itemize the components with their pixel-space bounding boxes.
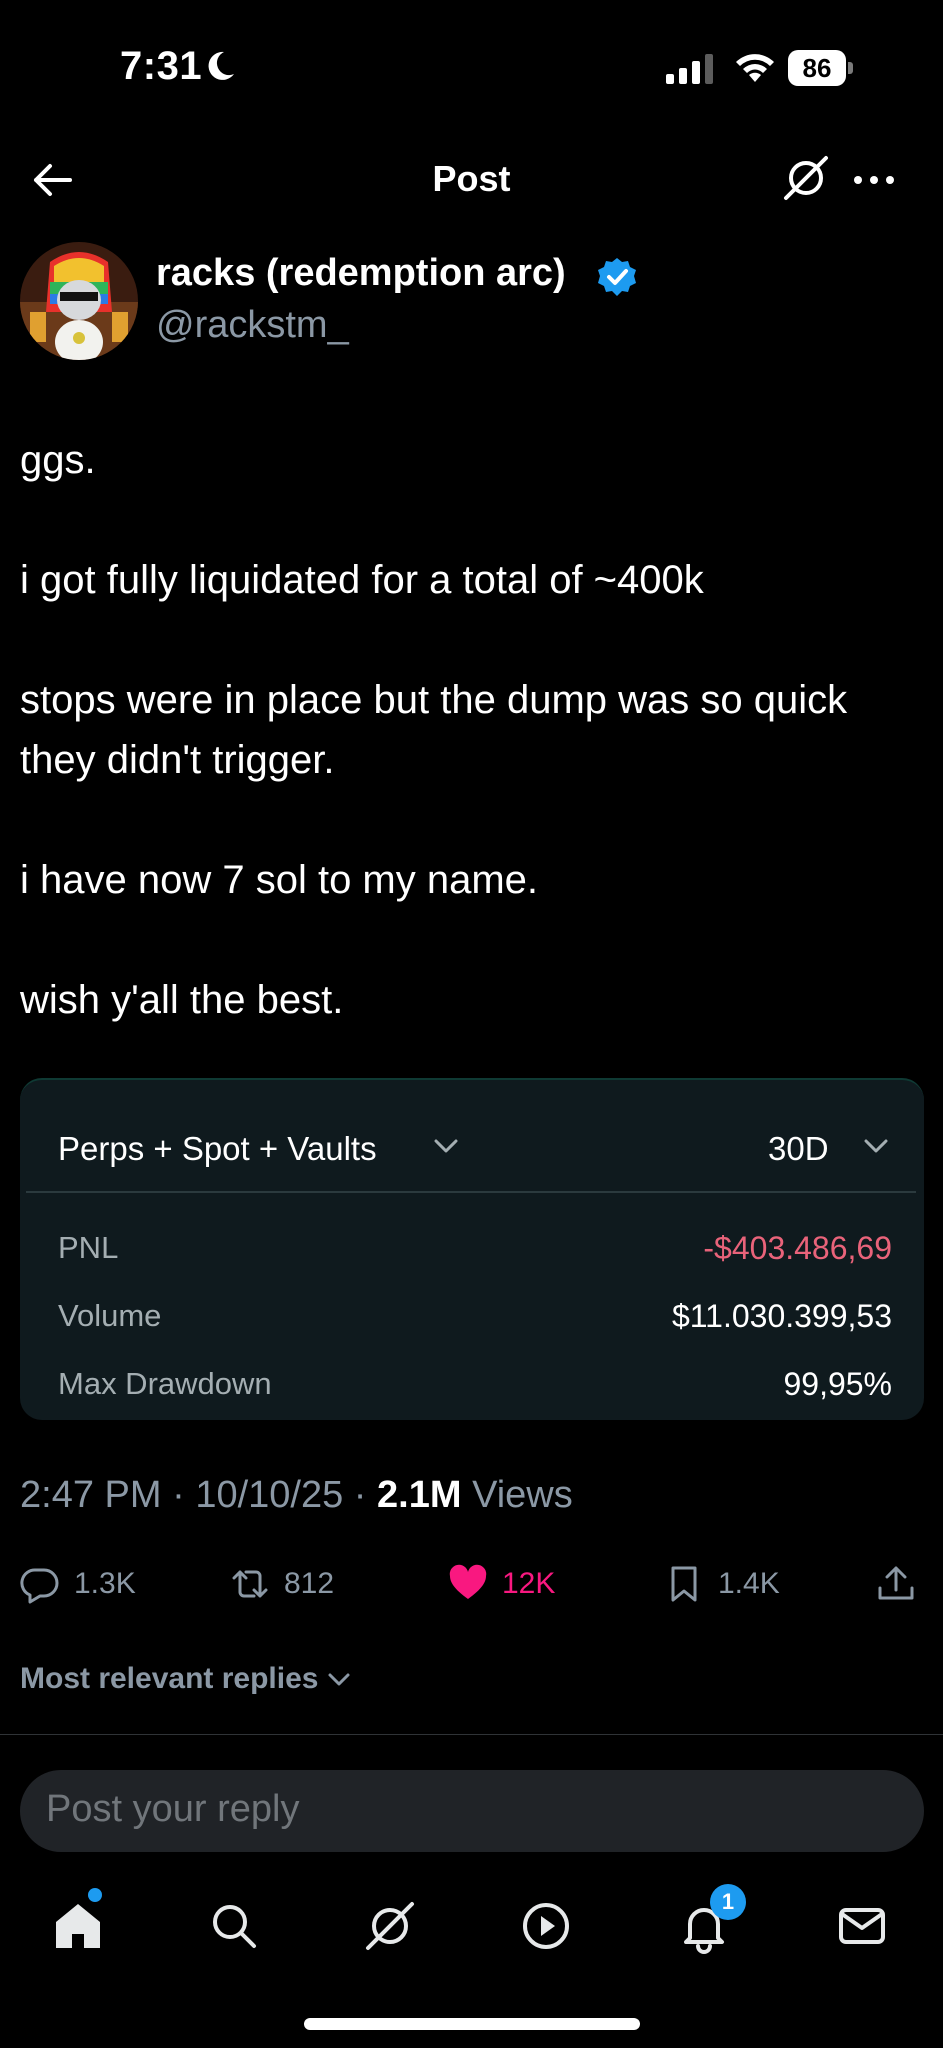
battery-indicator: 86 <box>788 50 854 86</box>
home-icon[interactable] <box>50 1898 106 1954</box>
bookmark-button[interactable]: 1.4K <box>664 1562 780 1606</box>
wifi-icon <box>736 54 774 82</box>
tweet-paragraph: stops were in place but the dump was so … <box>20 678 848 782</box>
tweet-paragraph: ggs. <box>20 438 96 482</box>
chevron-down-icon <box>864 1139 888 1153</box>
notifications-badge: 1 <box>710 1884 746 1920</box>
reply-input-placeholder: Post your reply <box>46 1788 300 1830</box>
volume-value: $11.030.399,53 <box>671 1298 892 1334</box>
repost-count: 812 <box>284 1567 335 1600</box>
author-display-name[interactable]: racks (redemption arc) <box>156 252 566 295</box>
replies-sort-label: Most relevant replies <box>20 1662 319 1695</box>
grok-icon[interactable] <box>782 152 830 204</box>
heart-filled-icon <box>449 1564 487 1599</box>
battery-tip <box>848 62 853 74</box>
do-not-disturb-moon-icon <box>208 51 234 80</box>
card-filter-label: Perps + Spot + Vaults <box>58 1130 377 1167</box>
post-meta: 2:47 PM · 10/10/25 · 2.1M Views <box>20 1474 573 1516</box>
replies-sort-dropdown[interactable]: Most relevant replies <box>20 1662 352 1696</box>
views-label: Views <box>472 1474 573 1516</box>
card-divider <box>26 1191 916 1193</box>
verified-badge-icon <box>598 258 636 296</box>
like-button[interactable]: 12K <box>448 1562 555 1606</box>
share-icon <box>878 1566 914 1600</box>
author-handle[interactable]: @rackstm_ <box>156 304 349 347</box>
home-indicator[interactable] <box>304 2018 640 2030</box>
reply-icon <box>20 1568 59 1604</box>
search-icon[interactable] <box>206 1898 262 1954</box>
repost-icon <box>232 1570 268 1598</box>
battery-level: 86 <box>788 50 846 86</box>
like-count: 12K <box>502 1567 556 1600</box>
views-count[interactable]: 2.1M <box>377 1474 461 1516</box>
more-options-icon[interactable] <box>850 160 898 200</box>
bookmark-icon <box>671 1566 697 1602</box>
volume-label: Volume <box>58 1298 162 1333</box>
pnl-value: -$403.486,69 <box>703 1230 892 1266</box>
tweet-paragraph: i have now 7 sol to my name. <box>20 858 539 902</box>
chevron-down-icon <box>434 1139 458 1153</box>
pnl-label: PNL <box>58 1230 119 1265</box>
section-divider <box>0 1734 943 1735</box>
bookmark-count: 1.4K <box>718 1567 780 1600</box>
reply-count: 1.3K <box>74 1567 136 1600</box>
grok-tab-icon[interactable] <box>362 1898 418 1954</box>
messages-mail-icon[interactable] <box>834 1898 890 1954</box>
max-drawdown-value: 99,95% <box>783 1366 892 1402</box>
status-time: 7:31 <box>120 44 203 88</box>
chevron-down-icon <box>328 1673 350 1686</box>
avatar[interactable] <box>20 242 138 360</box>
repost-button[interactable]: 812 <box>230 1562 334 1606</box>
max-drawdown-label: Max Drawdown <box>58 1366 272 1401</box>
card-period: 30D <box>768 1130 829 1167</box>
tweet-paragraph: wish y'all the best. <box>20 978 344 1022</box>
post-time: 2:47 PM <box>20 1474 162 1516</box>
cellular-signal-icon <box>666 54 713 84</box>
post-date: 10/10/25 <box>195 1474 344 1516</box>
tweet-text: ggs. i got fully liquidated for a total … <box>20 430 920 1090</box>
tweet-paragraph: i got fully liquidated for a total of ~4… <box>20 558 704 602</box>
video-play-icon[interactable] <box>518 1898 574 1954</box>
home-new-content-dot <box>88 1888 102 1902</box>
reply-button[interactable]: 1.3K <box>20 1562 136 1606</box>
pnl-screenshot-card[interactable]: Perps + Spot + Vaults 30D PNL -$403.486,… <box>20 1078 924 1420</box>
share-button[interactable] <box>876 1562 916 1606</box>
